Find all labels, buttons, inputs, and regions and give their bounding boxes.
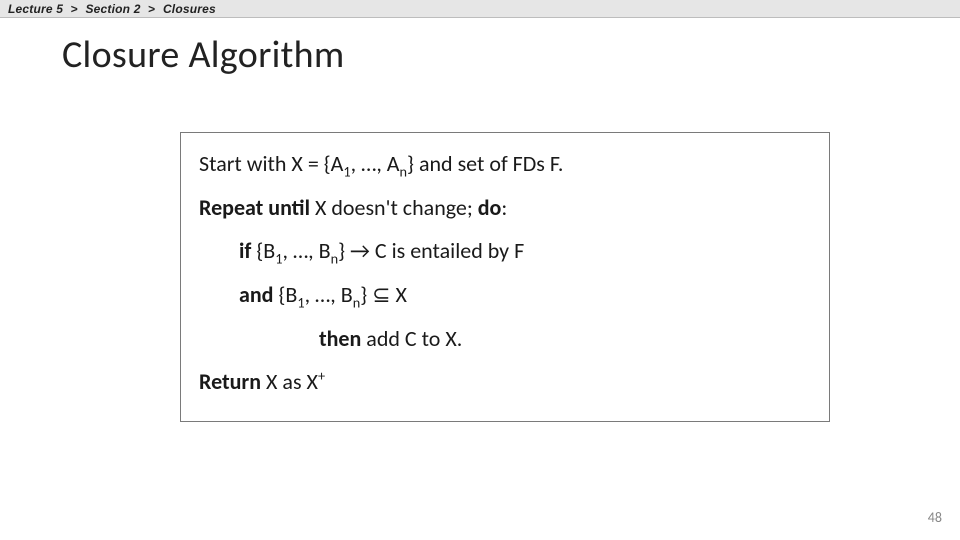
algo-text: , …, B bbox=[305, 281, 353, 308]
algo-text: add C to X. bbox=[361, 325, 462, 352]
algo-line-3: if {B1, …, Bn} → C is entailed by F bbox=[199, 236, 811, 266]
algo-keyword: do bbox=[478, 194, 502, 221]
breadcrumb-item-2: Section 2 bbox=[85, 2, 140, 16]
breadcrumb-sep-2: > bbox=[144, 2, 159, 16]
algo-line-1: Start with X = {A1, …, An} and set of FD… bbox=[199, 149, 811, 179]
algo-subscript: 1 bbox=[297, 293, 304, 311]
algo-subscript: n bbox=[331, 250, 339, 268]
algo-text: : bbox=[501, 194, 507, 221]
algo-keyword: Return bbox=[199, 368, 261, 395]
algo-text: X as X bbox=[261, 368, 318, 395]
algo-text: } ⊆ X bbox=[360, 281, 407, 308]
algo-keyword: then bbox=[319, 325, 361, 352]
breadcrumb: Lecture 5 > Section 2 > Closures bbox=[0, 0, 960, 18]
breadcrumb-sep-1: > bbox=[67, 2, 82, 16]
algo-line-6: Return X as X+ bbox=[199, 367, 811, 397]
algo-text: X doesn't change; bbox=[310, 194, 478, 221]
algo-text: } → C is entailed by F bbox=[338, 237, 524, 264]
algo-keyword: and bbox=[239, 281, 273, 308]
algo-text: {B bbox=[273, 281, 297, 308]
algo-text: {B bbox=[251, 237, 275, 264]
algo-keyword: if bbox=[239, 237, 251, 264]
algorithm-box: Start with X = {A1, …, An} and set of FD… bbox=[180, 132, 830, 422]
breadcrumb-item-3: Closures bbox=[163, 2, 216, 16]
algo-text: , …, A bbox=[351, 150, 400, 177]
algo-keyword: Repeat until bbox=[199, 194, 310, 221]
algo-line-4: and {B1, …, Bn} ⊆ X bbox=[199, 280, 811, 310]
page-number: 48 bbox=[928, 509, 942, 526]
breadcrumb-item-1: Lecture 5 bbox=[8, 2, 63, 16]
algo-subscript: 1 bbox=[343, 162, 350, 180]
page-title: Closure Algorithm bbox=[62, 32, 960, 78]
algo-superscript: + bbox=[318, 367, 325, 385]
algo-text: , …, B bbox=[282, 237, 330, 264]
algo-line-5: then add C to X. bbox=[199, 324, 811, 354]
algo-text: } and set of FDs F. bbox=[407, 150, 563, 177]
algo-text: Start with X = {A bbox=[199, 150, 343, 177]
algo-subscript: n bbox=[400, 162, 408, 180]
algo-line-2: Repeat until X doesn't change; do: bbox=[199, 193, 811, 223]
